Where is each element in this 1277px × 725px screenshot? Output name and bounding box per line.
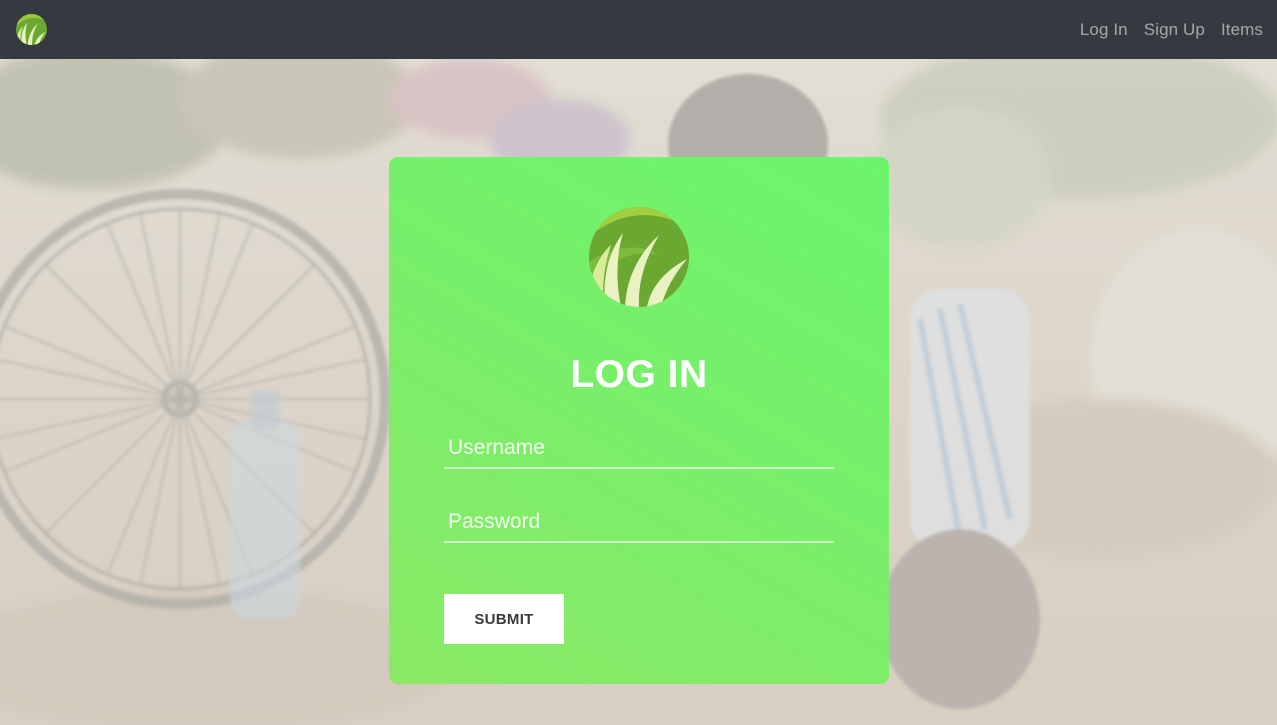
page-title: LOG IN	[570, 353, 708, 396]
grass-logo-icon	[16, 14, 47, 45]
submit-button[interactable]: SUBMIT	[444, 594, 564, 644]
password-input[interactable]	[444, 503, 834, 543]
nav-link-items[interactable]: Items	[1221, 20, 1263, 40]
nav-link-signup[interactable]: Sign Up	[1144, 20, 1205, 40]
top-navbar: Log In Sign Up Items	[0, 0, 1277, 59]
nav-links: Log In Sign Up Items	[1080, 20, 1263, 40]
brand-logo-link[interactable]	[16, 14, 47, 45]
login-card: LOG IN SUBMIT	[389, 157, 889, 684]
grass-logo-icon	[589, 207, 689, 307]
username-input[interactable]	[444, 429, 834, 469]
nav-link-login[interactable]: Log In	[1080, 20, 1128, 40]
